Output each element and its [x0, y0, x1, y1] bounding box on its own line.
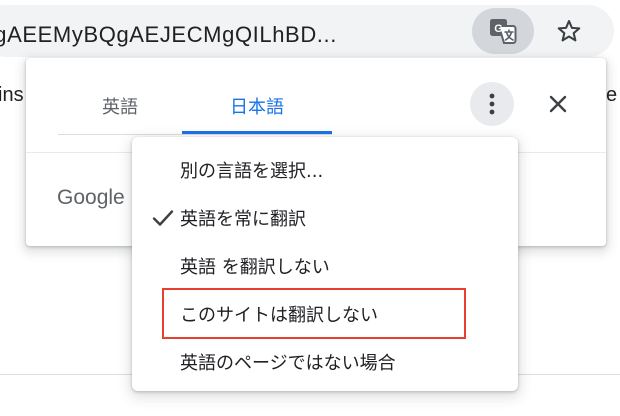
browser-toolbar: AgAEEMyBQgAEJECMgQILhBD... G — [0, 0, 620, 62]
tab-japanese[interactable]: 日本語 — [182, 78, 332, 134]
menu-item-never-translate-site[interactable]: このサイトは翻訳しない — [132, 290, 518, 338]
menu-item-choose-another-language[interactable]: 別の言語を選択... — [132, 146, 518, 194]
language-tabs: 英語 日本語 — [58, 78, 332, 134]
google-branding: Google — [57, 186, 125, 209]
options-menu-button[interactable] — [470, 82, 514, 126]
menu-item-never-translate-language[interactable]: 英語 を翻訳しない — [132, 242, 518, 290]
google-translate-icon: G — [490, 19, 517, 44]
svg-text:G: G — [494, 23, 503, 35]
close-icon — [549, 95, 567, 113]
translate-options-menu: 別の言語を選択... 英語を常に翻訳 英語 を翻訳しない このサイトは翻訳しない… — [132, 137, 518, 391]
menu-item-label: このサイトは翻訳しない — [180, 305, 378, 326]
menu-item-page-not-in-language[interactable]: 英語のページではない場合 — [132, 338, 518, 386]
menu-item-label: 別の言語を選択... — [180, 161, 324, 182]
translate-page-button[interactable]: G — [472, 8, 534, 54]
bookmark-star-button[interactable] — [552, 14, 586, 48]
close-bubble-button[interactable] — [540, 86, 576, 122]
star-icon — [557, 20, 581, 42]
menu-item-label: 英語 を翻訳しない — [180, 257, 330, 278]
background-page-text-left: ins — [0, 84, 24, 106]
tabs-baseline — [58, 134, 332, 135]
browser-window: AgAEEMyBQgAEJECMgQILhBD... G ins e 英語 日本 — [0, 0, 620, 416]
menu-item-always-translate[interactable]: 英語を常に翻訳 — [132, 194, 518, 242]
menu-item-label: 英語のページではない場合 — [180, 353, 396, 374]
tab-english[interactable]: 英語 — [58, 78, 182, 134]
background-page-text-right: e — [606, 84, 618, 106]
tab-japanese-label: 日本語 — [230, 97, 284, 118]
url-text[interactable]: AgAEEMyBQgAEJECMgQILhBD... — [0, 22, 337, 48]
checkmark-icon — [152, 210, 174, 226]
more-vert-icon — [489, 93, 495, 115]
tab-english-label: 英語 — [102, 97, 138, 118]
menu-item-label: 英語を常に翻訳 — [180, 209, 306, 230]
